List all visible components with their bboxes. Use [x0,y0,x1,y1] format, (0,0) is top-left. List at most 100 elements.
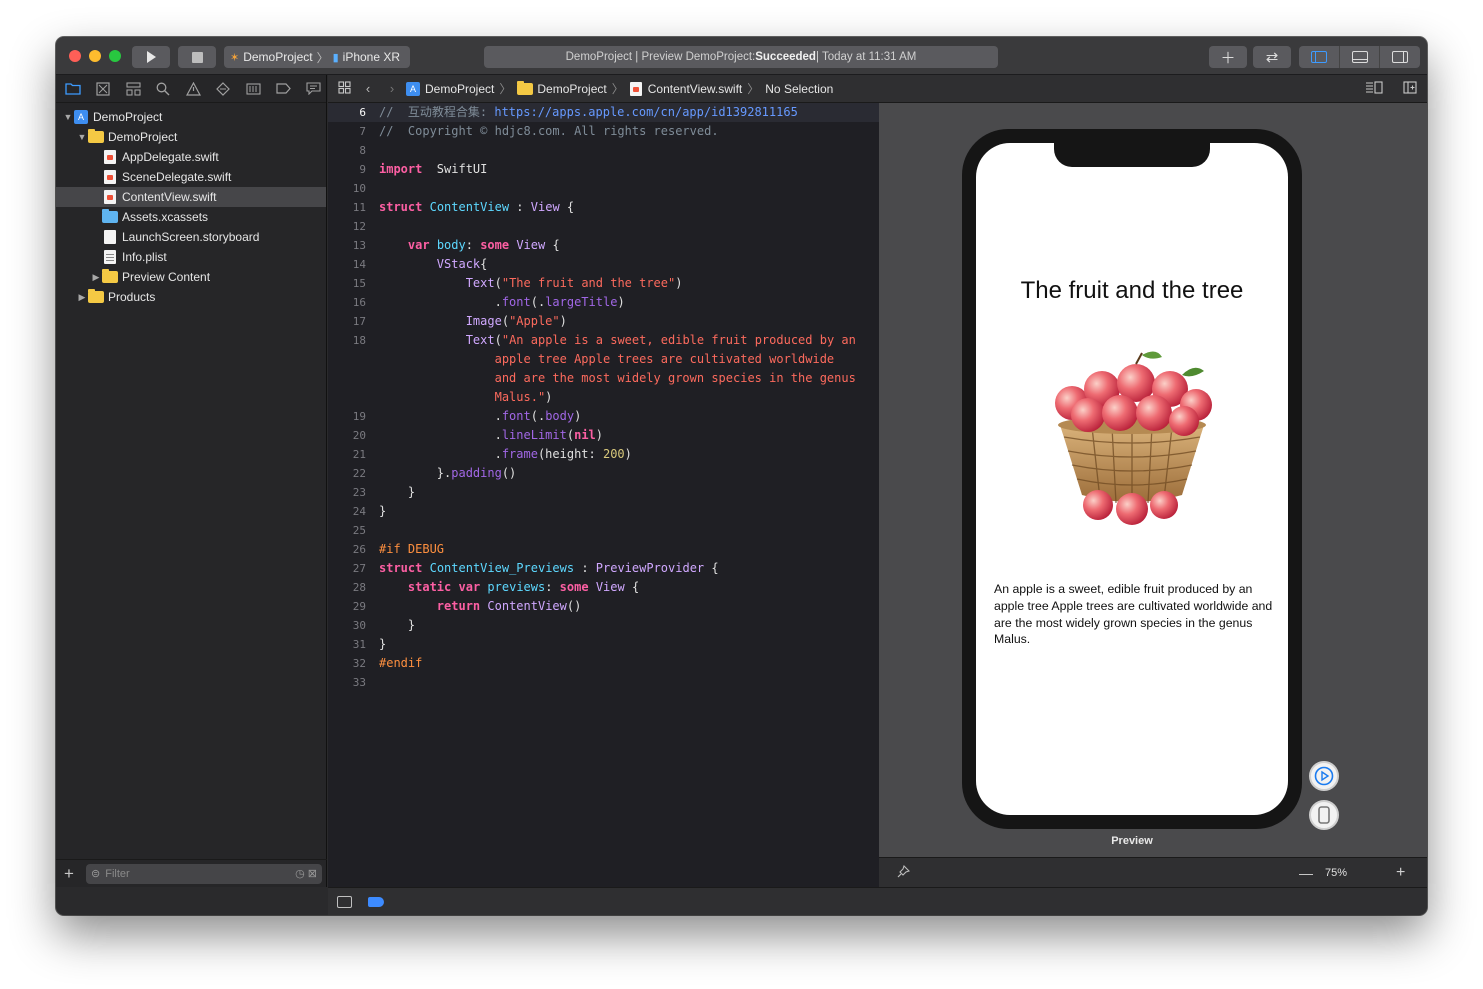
editor-options-icon[interactable] [1365,81,1383,97]
code-line[interactable]: 30 } [328,616,879,635]
report-bubble-icon[interactable] [304,80,322,98]
code-line[interactable]: 13 var body: some View { [328,236,879,255]
line-number[interactable]: 10 [328,179,366,198]
tree-row-file[interactable]: SceneDelegate.swift [56,167,326,187]
line-number[interactable]: 28 [328,578,366,597]
line-number[interactable] [328,388,366,407]
tree-row-file[interactable]: AppDelegate.swift [56,147,326,167]
line-number[interactable]: 11 [328,198,366,217]
add-editor-icon[interactable] [1403,81,1417,97]
search-icon[interactable] [154,80,172,98]
tree-row-group[interactable]: ▶ Preview Content [56,267,326,287]
toggle-inspector-button[interactable] [1380,46,1420,68]
line-number[interactable]: 6 [328,103,366,122]
code-line[interactable]: Malus.") [328,388,879,407]
breadcrumb-project[interactable]: A DemoProject 〉 [406,80,511,97]
close-window-button[interactable] [69,50,81,62]
breadcrumb-symbol[interactable]: No Selection [765,82,833,96]
code-line[interactable]: 18 Text("An apple is a sweet, edible fru… [328,331,879,350]
line-number[interactable]: 22 [328,464,366,483]
tree-row-group[interactable]: ▼ DemoProject [56,127,326,147]
code-line[interactable]: 12 [328,217,879,236]
warning-icon[interactable] [184,80,202,98]
scheme-selector[interactable]: ✶ DemoProject 〉 ▮ iPhone XR [224,46,410,68]
code-line[interactable]: 17 Image("Apple") [328,312,879,331]
code-line[interactable]: 21 .frame(height: 200) [328,445,879,464]
toggle-navigator-button[interactable] [1299,46,1340,68]
symbol-hierarchy-icon[interactable] [124,80,142,98]
line-number[interactable]: 29 [328,597,366,616]
disclosure-closed-icon[interactable]: ▶ [90,272,102,283]
line-number[interactable]: 20 [328,426,366,445]
line-number[interactable]: 31 [328,635,366,654]
test-diamond-icon[interactable] [214,80,232,98]
code-line[interactable]: 27 struct ContentView_Previews : PreviewP… [328,559,879,578]
code-line[interactable]: 26 #if DEBUG [328,540,879,559]
tree-row-file[interactable]: Info.plist [56,247,326,267]
code-line[interactable]: 24} [328,502,879,521]
breakpoint-tag-icon[interactable] [274,80,292,98]
library-add-button[interactable]: ＋ [1209,46,1247,68]
code-line[interactable]: 16 .font(.largeTitle) [328,293,879,312]
show-debug-area-icon[interactable] [337,895,352,908]
code-line[interactable]: apple tree Apple trees are cultivated wo… [328,350,879,369]
recent-files-icon[interactable]: ◷ ⊠ [295,867,317,880]
source-control-icon[interactable] [94,80,112,98]
line-number[interactable]: 18 [328,331,366,350]
code-line[interactable]: 29 return ContentView() [328,597,879,616]
disclosure-open-icon[interactable]: ▼ [76,132,88,142]
code-line[interactable]: 22 }.padding() [328,464,879,483]
line-number[interactable]: 9 [328,160,366,179]
tree-row-group[interactable]: ▶ Products [56,287,326,307]
line-number[interactable]: 26 [328,540,366,559]
zoom-window-button[interactable] [109,50,121,62]
device-screen[interactable]: The fruit and the tree An apple is a swe… [976,143,1288,815]
line-number[interactable]: 13 [328,236,366,255]
pin-icon[interactable] [897,864,911,881]
toggle-debug-area-button[interactable] [1340,46,1381,68]
live-preview-button[interactable] [1309,761,1339,791]
source-editor[interactable]: 6// 互动教程合集: https://apps.apple.com/cn/ap… [328,103,879,887]
code-line[interactable]: 14 VStack{ [328,255,879,274]
line-number[interactable]: 32 [328,654,366,673]
code-line[interactable]: 10 [328,179,879,198]
line-number[interactable]: 16 [328,293,366,312]
line-number[interactable]: 21 [328,445,366,464]
code-line[interactable]: 6// 互动教程合集: https://apps.apple.com/cn/ap… [328,103,879,122]
code-line[interactable]: 28 static var previews: some View { [328,578,879,597]
code-line[interactable]: 11 struct ContentView : View { [328,198,879,217]
disclosure-closed-icon[interactable]: ▶ [76,292,88,303]
code-review-button[interactable]: ⇄ [1253,46,1291,68]
line-number[interactable]: 33 [328,673,366,692]
tree-row-file[interactable]: LaunchScreen.storyboard [56,227,326,247]
back-arrow-icon[interactable]: ‹ [360,81,376,96]
line-number[interactable] [328,369,366,388]
code-line[interactable]: 15 Text("The fruit and the tree") [328,274,879,293]
line-number[interactable]: 30 [328,616,366,635]
line-number[interactable]: 14 [328,255,366,274]
disclosure-open-icon[interactable]: ▼ [62,112,74,122]
line-number[interactable]: 15 [328,274,366,293]
preview-on-device-button[interactable] [1309,800,1339,830]
line-number[interactable]: 7 [328,122,366,141]
code-line[interactable]: 8 [328,141,879,160]
filter-input[interactable]: ⊜ Filter ◷ ⊠ [86,863,322,884]
folder-icon[interactable] [64,80,82,98]
line-number[interactable]: 27 [328,559,366,578]
add-file-button[interactable]: + [64,864,78,884]
run-button[interactable] [132,46,170,68]
breadcrumb-group[interactable]: DemoProject 〉 [517,80,624,97]
line-number[interactable]: 19 [328,407,366,426]
code-line[interactable]: 20 .lineLimit(nil) [328,426,879,445]
code-lines[interactable]: 6// 互动教程合集: https://apps.apple.com/cn/ap… [328,103,879,692]
code-line[interactable]: 25 [328,521,879,540]
code-line[interactable]: 7 // Copyright © hdjc8.com. All rights re… [328,122,879,141]
line-number[interactable]: 17 [328,312,366,331]
tree-row-project[interactable]: ▼ A DemoProject [56,107,326,127]
line-number[interactable]: 23 [328,483,366,502]
line-number[interactable]: 8 [328,141,366,160]
tree-row-file-selected[interactable]: ContentView.swift [56,187,326,207]
breadcrumb-file[interactable]: ContentView.swift 〉 [629,80,759,97]
code-line[interactable]: 23 } [328,483,879,502]
code-line[interactable]: 19 .font(.body) [328,407,879,426]
